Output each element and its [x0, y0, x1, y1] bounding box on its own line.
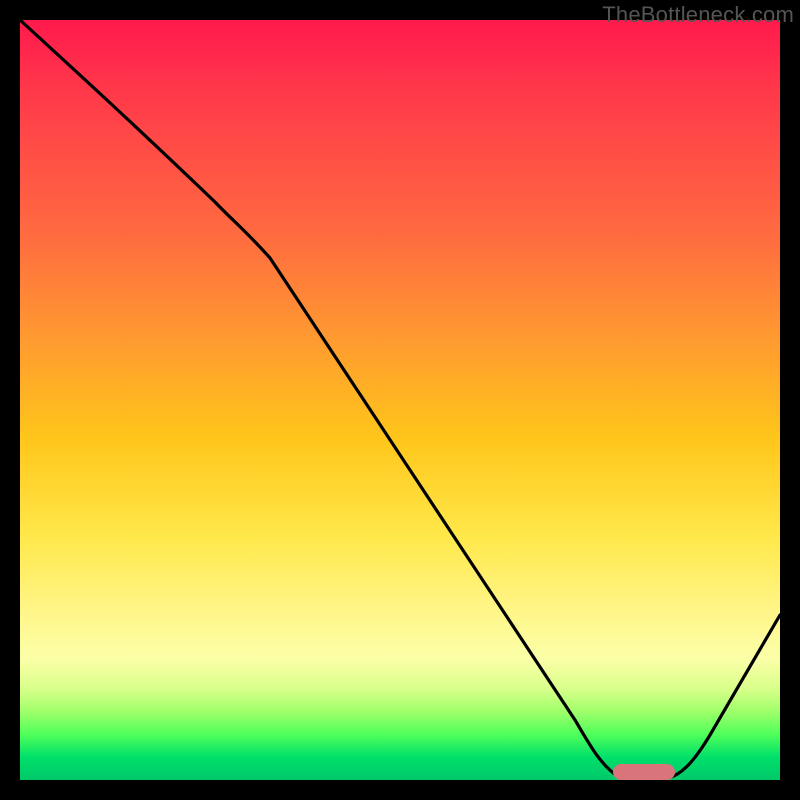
chart-frame — [20, 20, 780, 780]
watermark-text: TheBottleneck.com — [602, 2, 794, 28]
chart-curve-svg — [20, 20, 780, 780]
bottleneck-curve — [20, 20, 780, 778]
optimal-range-marker — [613, 764, 675, 780]
